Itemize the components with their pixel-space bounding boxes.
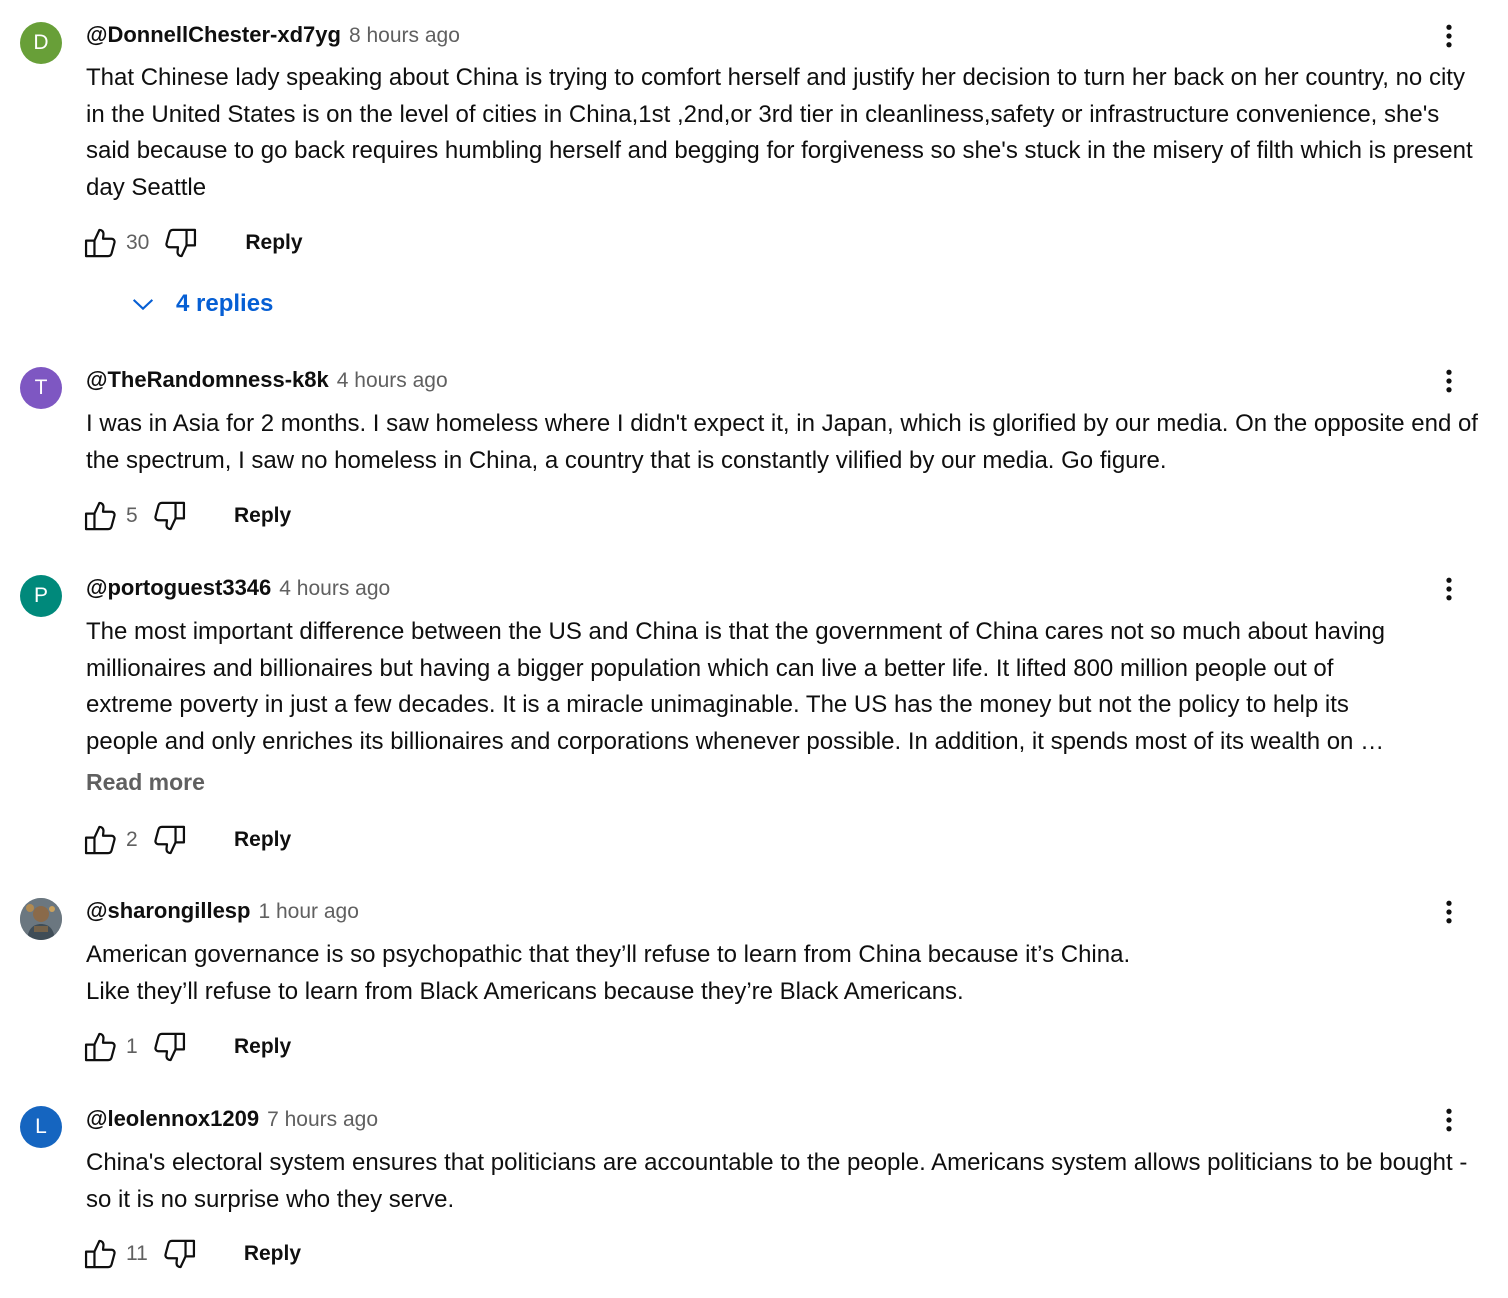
avatar[interactable]: [20, 898, 62, 940]
comment-menu-button[interactable]: [1434, 894, 1464, 930]
dislike-button[interactable]: [150, 820, 190, 860]
thumb-down-icon: [161, 1235, 199, 1273]
thumb-down-icon: [151, 497, 189, 535]
comment-menu-button[interactable]: [1434, 571, 1464, 607]
thumb-up-icon: [81, 821, 119, 859]
avatar[interactable]: D: [20, 22, 62, 64]
timestamp[interactable]: 7 hours ago: [267, 1108, 378, 1132]
read-more-button[interactable]: Read more: [86, 769, 205, 796]
more-vert-icon: [1434, 574, 1464, 604]
replies-count-label: 4 replies: [176, 290, 274, 317]
comment-text-line: people and only enriches its billionaire…: [86, 727, 1385, 755]
thumb-up-icon: [81, 1028, 119, 1066]
reply-button[interactable]: Reply: [234, 504, 291, 528]
avatar-image: [20, 898, 62, 940]
timestamp[interactable]: 1 hour ago: [258, 900, 358, 924]
comment-actions: 5 Reply: [80, 496, 291, 536]
like-count: 2: [126, 828, 138, 851]
thumb-up-icon: [81, 497, 119, 535]
thumb-down-icon: [151, 1028, 189, 1066]
comment-text-line: extreme poverty in just a few decades. I…: [86, 691, 1349, 718]
comment-actions: 1 Reply: [80, 1027, 291, 1067]
avatar[interactable]: L: [20, 1106, 62, 1148]
comment-header: @sharongillesp 1 hour ago: [86, 898, 359, 928]
like-count: 5: [126, 504, 138, 527]
like-button[interactable]: [80, 1027, 120, 1067]
comment-text: I was in Asia for 2 months. I saw homele…: [86, 410, 1478, 474]
comment-text: The most important difference between th…: [86, 614, 1486, 760]
comment-header: @DonnellChester-xd7yg 8 hours ago: [86, 22, 460, 52]
more-vert-icon: [1434, 366, 1464, 396]
comment-actions: 30 Reply: [80, 223, 303, 263]
timestamp[interactable]: 4 hours ago: [337, 369, 448, 393]
dislike-button[interactable]: [150, 1027, 190, 1067]
timestamp[interactable]: 4 hours ago: [279, 577, 390, 601]
comment-menu-button[interactable]: [1434, 18, 1464, 54]
comment-text-line: The most important difference between th…: [86, 618, 1385, 645]
like-count: 30: [126, 231, 150, 254]
avatar[interactable]: T: [20, 367, 62, 409]
more-vert-icon: [1434, 21, 1464, 51]
comment-header: @TheRandomness-k8k 4 hours ago: [86, 367, 448, 397]
like-button[interactable]: [80, 1234, 120, 1274]
comment-actions: 11 Reply: [80, 1234, 301, 1274]
timestamp[interactable]: 8 hours ago: [349, 24, 460, 48]
author-name[interactable]: @leolennox1209: [86, 1106, 259, 1132]
comment-text: American governance is so psychopathic t…: [86, 941, 1131, 1005]
comment-actions: 2 Reply: [80, 820, 291, 860]
comment-text-line: millionaires and billionaires but having…: [86, 654, 1334, 682]
more-vert-icon: [1434, 1105, 1464, 1135]
dislike-button[interactable]: [150, 496, 190, 536]
like-count: 11: [126, 1242, 148, 1265]
dislike-button[interactable]: [160, 1234, 200, 1274]
chevron-down-icon: [126, 287, 160, 321]
thumb-down-icon: [162, 224, 200, 262]
comment-text: China's electoral system ensures that po…: [86, 1149, 1468, 1213]
dislike-button[interactable]: [161, 223, 201, 263]
like-button[interactable]: [80, 496, 120, 536]
like-button[interactable]: [80, 820, 120, 860]
show-replies-button[interactable]: 4 replies: [126, 284, 273, 324]
like-count: 1: [126, 1035, 138, 1058]
author-name[interactable]: @portoguest3346: [86, 575, 271, 601]
thumb-up-icon: [81, 1235, 119, 1273]
thumb-up-icon: [81, 224, 119, 262]
comment-text: That Chinese lady speaking about China i…: [86, 64, 1473, 201]
comment-menu-button[interactable]: [1434, 1102, 1464, 1138]
thumb-down-icon: [151, 821, 189, 859]
reply-button[interactable]: Reply: [245, 231, 302, 255]
author-name[interactable]: @DonnellChester-xd7yg: [86, 22, 341, 48]
reply-button[interactable]: Reply: [244, 1242, 301, 1266]
reply-button[interactable]: Reply: [234, 828, 291, 852]
comment-header: @leolennox1209 7 hours ago: [86, 1106, 378, 1136]
avatar[interactable]: P: [20, 575, 62, 617]
author-name[interactable]: @sharongillesp: [86, 898, 250, 924]
reply-button[interactable]: Reply: [234, 1035, 291, 1059]
like-button[interactable]: [80, 223, 120, 263]
comment-menu-button[interactable]: [1434, 363, 1464, 399]
more-vert-icon: [1434, 897, 1464, 927]
comment-header: @portoguest3346 4 hours ago: [86, 575, 390, 605]
author-name[interactable]: @TheRandomness-k8k: [86, 367, 329, 393]
